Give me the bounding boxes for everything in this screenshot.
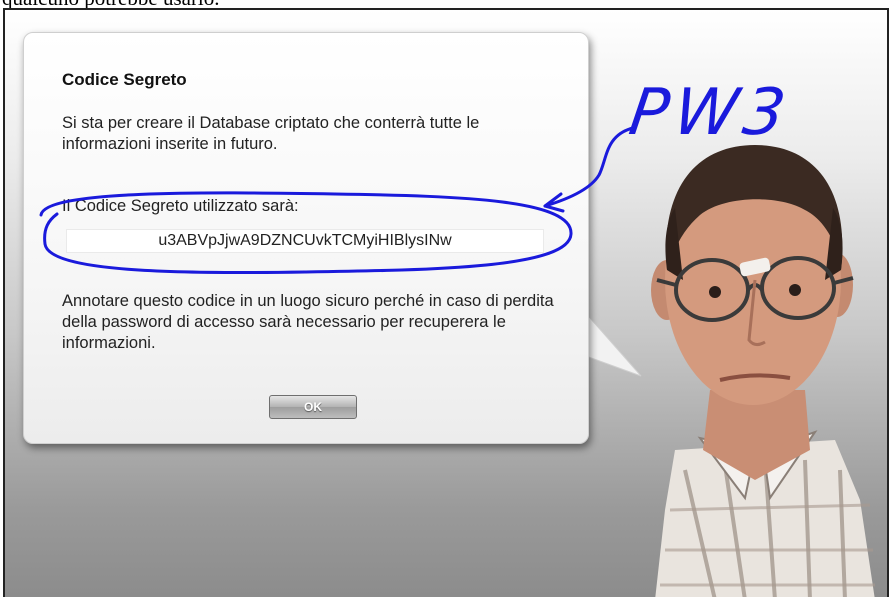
app-window: Codice Segreto Si sta per creare il Data… xyxy=(3,8,889,597)
notice-text: Annotare questo codice in un luogo sicur… xyxy=(62,292,554,352)
intro-text: Si sta per creare il Database criptato c… xyxy=(62,114,480,153)
dialog-title: Codice Segreto xyxy=(62,70,187,89)
secret-code-dialog: Codice Segreto Si sta per creare il Data… xyxy=(23,32,589,444)
handwritten-pw3-label: PW3 xyxy=(624,76,796,150)
code-label: Il Codice Segreto utilizzato sarà: xyxy=(62,197,299,215)
speech-bubble-tail xyxy=(583,310,642,377)
ok-button[interactable]: OK xyxy=(269,395,357,419)
avatar xyxy=(651,145,875,597)
secret-code-field[interactable]: u3ABVpJjwA9DZNCUvkTCMyiHIBlysINw xyxy=(66,229,544,253)
